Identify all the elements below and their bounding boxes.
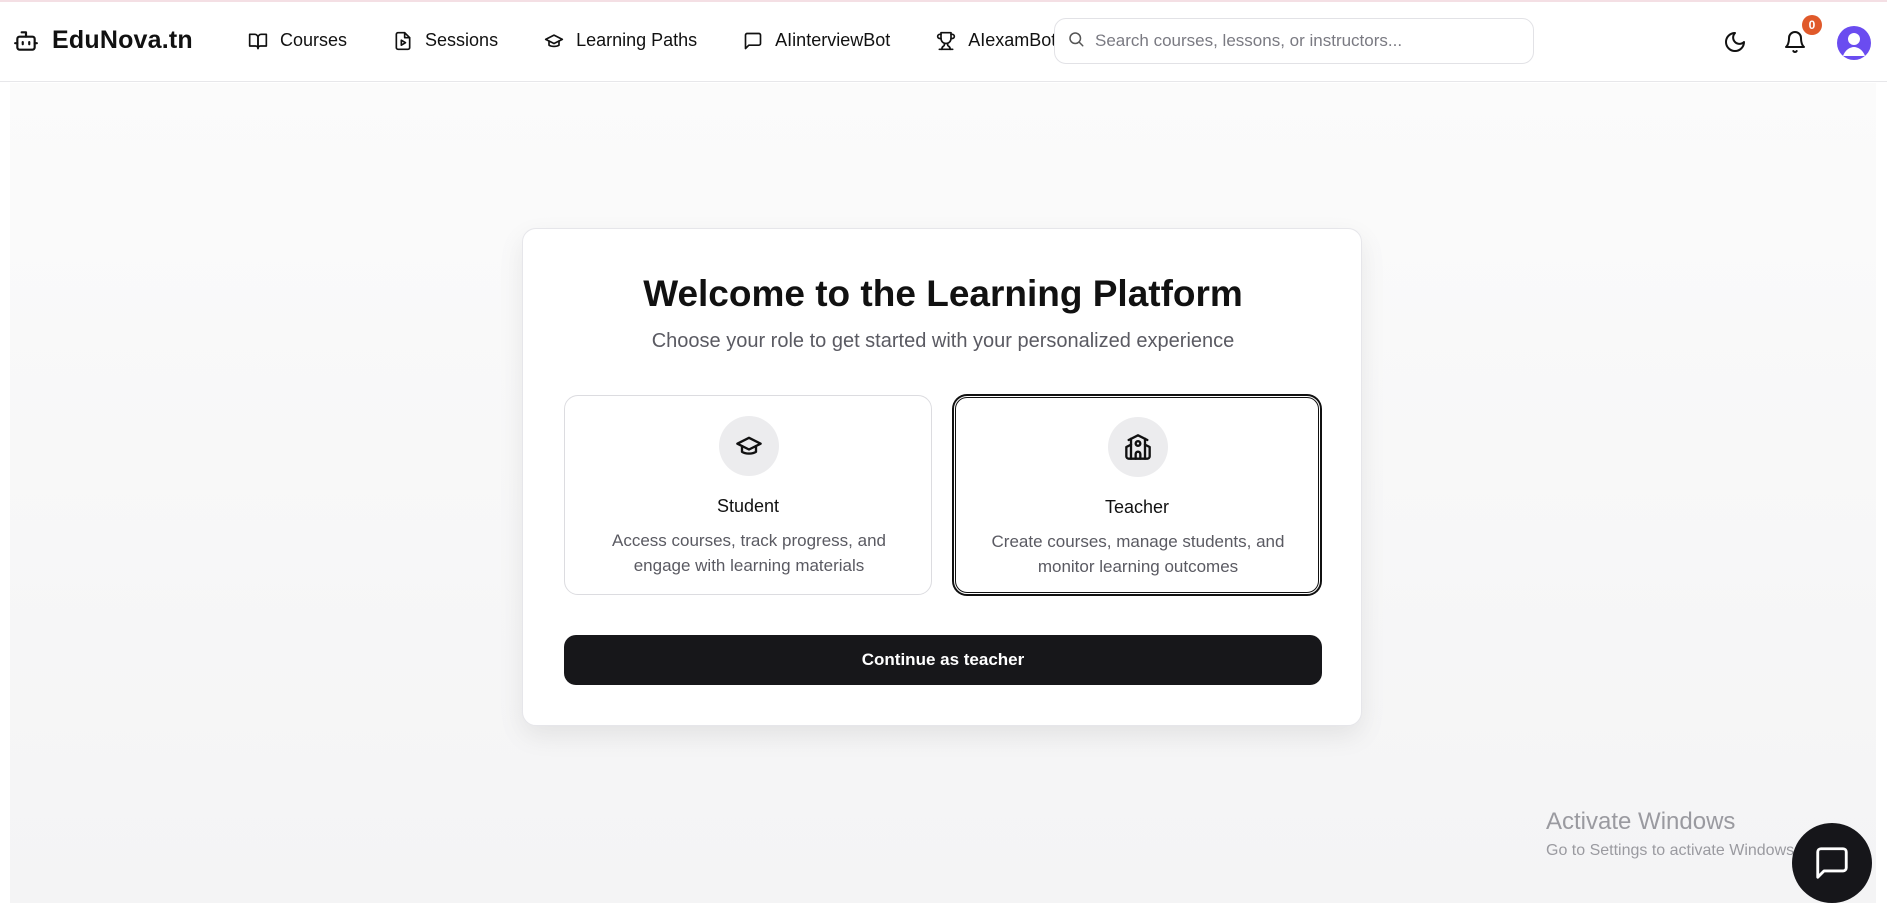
user-icon — [1843, 33, 1865, 56]
nav-courses[interactable]: Courses — [248, 30, 347, 51]
graduation-cap-icon — [544, 33, 564, 47]
file-play-icon — [395, 31, 411, 50]
trophy-icon — [937, 31, 956, 50]
graduation-cap-icon — [736, 436, 762, 455]
top-navbar: EduNova.tn Courses Sessions Learning Pat… — [0, 2, 1887, 82]
role-description-teacher: Create courses, manage students, and mon… — [991, 532, 1285, 576]
watermark-line2: Go to Settings to activate Windows. — [1546, 842, 1799, 859]
main-nav: Courses Sessions Learning Paths AIinterv… — [248, 30, 1056, 51]
nav-ai-exam-bot[interactable]: AIexamBot — [936, 30, 1056, 51]
brand-name: EduNova.tn — [52, 26, 193, 54]
watermark-line1: Activate Windows — [1546, 808, 1736, 835]
role-title-student: Student — [716, 496, 780, 516]
bell-icon — [1785, 31, 1805, 53]
nav-learning-paths[interactable]: Learning Paths — [544, 30, 697, 51]
search-icon — [1067, 30, 1085, 53]
chat-button[interactable] — [1792, 823, 1872, 903]
chat-icon — [1816, 847, 1848, 879]
search-bar[interactable] — [1054, 18, 1534, 64]
role-title-teacher: Teacher — [1104, 497, 1170, 517]
teacher-icon-circle — [1108, 417, 1168, 477]
student-icon-circle — [719, 416, 779, 476]
continue-button[interactable]: Continue as teacher — [564, 635, 1322, 685]
moon-icon — [1725, 32, 1745, 52]
message-square-icon — [744, 32, 762, 49]
role-description-student: Access courses, track progress, and enga… — [611, 531, 886, 575]
nav-learning-paths-label: Learning Paths — [576, 30, 698, 50]
book-open-icon — [248, 33, 268, 49]
search-input[interactable] — [1095, 31, 1515, 51]
theme-toggle-button[interactable] — [1720, 27, 1750, 57]
role-option-teacher[interactable]: Teacher Create courses, manage students,… — [953, 395, 1321, 595]
page-title: Welcome to the Learning Platform — [643, 273, 1243, 314]
page-subtitle: Choose your role to get started with you… — [651, 330, 1235, 352]
role-selection-card: Welcome to the Learning Platform Choose … — [522, 228, 1362, 726]
nav-courses-label: Courses — [280, 30, 348, 50]
nav-ai-interview-bot-label: AIinterviewBot — [775, 30, 891, 50]
notification-count-badge: 0 — [1802, 15, 1822, 35]
user-avatar[interactable] — [1837, 26, 1871, 60]
school-icon — [1125, 434, 1151, 460]
bot-icon — [12, 27, 40, 55]
windows-activation-watermark: Activate Windows Go to Settings to activ… — [1546, 808, 1799, 860]
role-option-student[interactable]: Student Access courses, track progress, … — [564, 395, 932, 595]
brand-link[interactable]: EduNova.tn — [12, 26, 193, 55]
nav-sessions[interactable]: Sessions — [393, 30, 498, 51]
nav-ai-exam-bot-label: AIexamBot — [968, 30, 1057, 50]
nav-sessions-label: Sessions — [425, 30, 499, 50]
nav-ai-interview-bot[interactable]: AIinterviewBot — [743, 30, 890, 51]
